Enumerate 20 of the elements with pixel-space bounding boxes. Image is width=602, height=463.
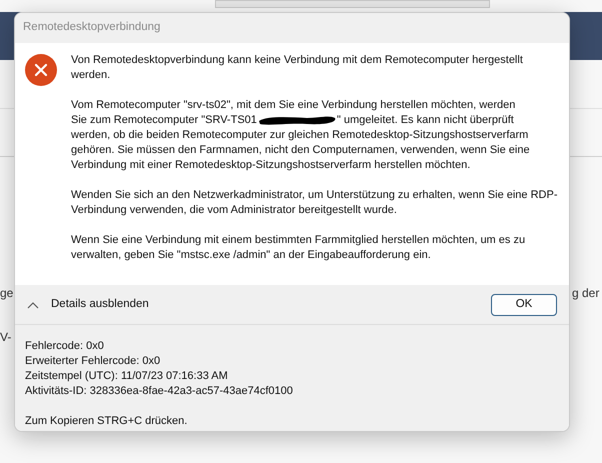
- ok-button[interactable]: OK: [491, 294, 557, 316]
- detail-line: Fehlercode: 0x0: [25, 339, 105, 354]
- detail-line: Zeitstempel (UTC): 11/07/23 07:16:33 AM: [25, 369, 229, 384]
- message-text: Sie zum Remotecomputer "SRV-TS01: [71, 113, 257, 128]
- background-text: V-: [0, 329, 12, 346]
- message-text: " umgeleitet. Es kann nicht überprüft: [336, 113, 514, 128]
- copy-hint: Zum Kopieren STRG+C drücken.: [25, 414, 188, 429]
- detail-line: Aktivitäts-ID: 328336ea-8fae-42a3-ac57-43ae74cf0100: [25, 384, 294, 399]
- detail-line: Erweiterter Fehlercode: 0x0: [25, 354, 162, 369]
- details-toggle[interactable]: Details ausblenden: [27, 296, 149, 314]
- background-text: g der: [572, 285, 600, 302]
- background-text: ge: [0, 285, 14, 302]
- message-text: werden, ob die beiden Remotecomputer zur gleichen Remotedesktop-Sitzungshostserverfarm gehören. Sie müssen den Farmnamen, nicht den Computernamen, verwenden, wenn Sie eine Verbindung mit einer Remotedesktop-Sitzungshostserverfarm herstellen möchten.: [71, 128, 531, 173]
- error-icon: [25, 54, 57, 86]
- chevron-icon: [27, 300, 39, 308]
- message-text: Vom Remotecomputer "srv-ts02", mit dem Sie eine Verbindung herstellen möchten, werden: [71, 98, 516, 113]
- message-paragraph: Wenn Sie eine Verbindung mit einem bestimmten Farmmitglied herstellen möchten, um es zu verwalten, geben Sie "mstsc.exe /admin" an der Eingabeaufforderung ein.: [71, 233, 526, 263]
- window-title: Remotedesktopverbindung: [23, 20, 160, 36]
- error-message: Von Remotedesktopverbindung kann keine Verbindung mit dem Remotecomputer hergestellt werden.: [71, 53, 524, 83]
- message-paragraph: Wenden Sie sich an den Netzwerkadministrator, um Unterstützung zu erhalten, wenn Sie eine RDP-Verbindung verwenden, die vom Administrator bereitgestellt wurde.: [71, 188, 558, 218]
